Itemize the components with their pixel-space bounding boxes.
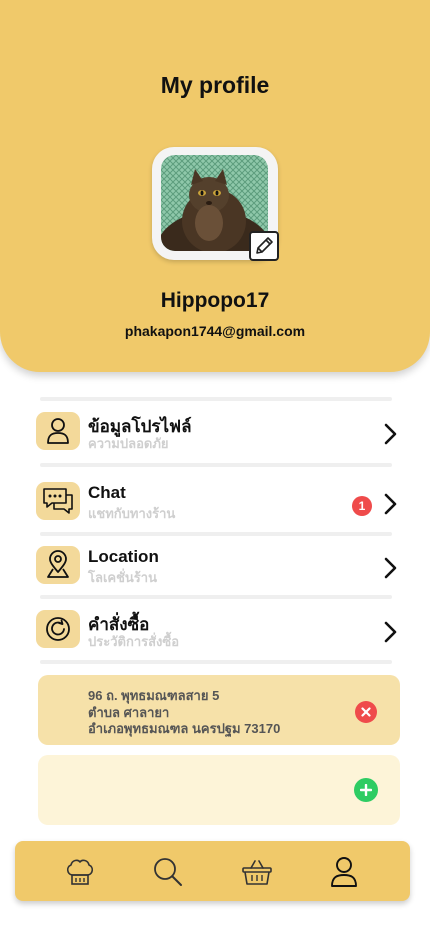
history-icon bbox=[36, 610, 80, 648]
edit-avatar-button[interactable] bbox=[249, 231, 279, 261]
menu-item-subtitle: ประวัติการสั่งซื้อ bbox=[88, 634, 180, 649]
unread-count-badge: 1 bbox=[352, 496, 372, 516]
chevron-right-icon bbox=[384, 557, 397, 579]
menu-item-subtitle: แชทกับทางร้าน bbox=[88, 506, 176, 521]
address-line-3: อำเภอพุทธมณฑล นครปฐม 73170 bbox=[88, 721, 281, 736]
menu-item-location[interactable]: Location โลเคชั่นร้าน bbox=[36, 542, 402, 590]
menu-item-chat[interactable]: Chat แชทกับทางร้าน 1 bbox=[36, 478, 402, 526]
divider bbox=[40, 463, 392, 467]
chef-hat-icon bbox=[66, 859, 94, 885]
avatar bbox=[152, 147, 279, 261]
divider bbox=[40, 660, 392, 664]
basket-icon bbox=[242, 860, 272, 885]
menu-item-orders[interactable]: คำสั่งซื้อ ประวัติการสั่งซื้อ bbox=[36, 606, 402, 654]
menu-item-title: Chat bbox=[88, 483, 126, 502]
nav-cart-button[interactable] bbox=[240, 855, 274, 889]
chevron-right-icon bbox=[384, 621, 397, 643]
map-pin-icon bbox=[36, 546, 80, 584]
pencil-icon bbox=[256, 237, 273, 254]
divider bbox=[40, 397, 392, 401]
user-icon bbox=[36, 412, 80, 450]
menu-item-profile-info[interactable]: ข้อมูลโปรไฟล์ ความปลอดภัย bbox=[36, 408, 402, 456]
profile-header: My profile Hippopo17 phakapon1744@gmail.… bbox=[0, 0, 430, 372]
remove-address-button[interactable] bbox=[355, 701, 377, 723]
address-card: 96 ถ. พุทธมณฑลสาย 5 ตำบล ศาลายา อำเภอพุท… bbox=[38, 675, 400, 745]
menu-item-subtitle: โลเคชั่นร้าน bbox=[88, 570, 157, 585]
close-icon bbox=[361, 707, 371, 717]
plus-icon bbox=[360, 784, 372, 796]
add-address-button[interactable] bbox=[354, 778, 378, 802]
menu-item-title: Location bbox=[88, 547, 159, 566]
menu-item-subtitle: ความปลอดภัย bbox=[88, 436, 169, 451]
chat-bubble-icon bbox=[36, 482, 80, 520]
nav-menu-button[interactable] bbox=[63, 855, 97, 889]
chevron-right-icon bbox=[384, 493, 397, 515]
user-email: phakapon1744@gmail.com bbox=[124, 323, 306, 339]
search-icon bbox=[154, 858, 182, 886]
user-icon bbox=[331, 857, 357, 887]
chevron-right-icon bbox=[384, 423, 397, 445]
nav-search-button[interactable] bbox=[151, 855, 185, 889]
page-title: My profile bbox=[160, 72, 270, 98]
divider bbox=[40, 595, 392, 599]
divider bbox=[40, 532, 392, 536]
nav-profile-button[interactable] bbox=[327, 855, 361, 889]
bottom-navigation bbox=[15, 841, 410, 901]
add-address-card bbox=[38, 755, 400, 825]
username: Hippopo17 bbox=[160, 289, 270, 312]
